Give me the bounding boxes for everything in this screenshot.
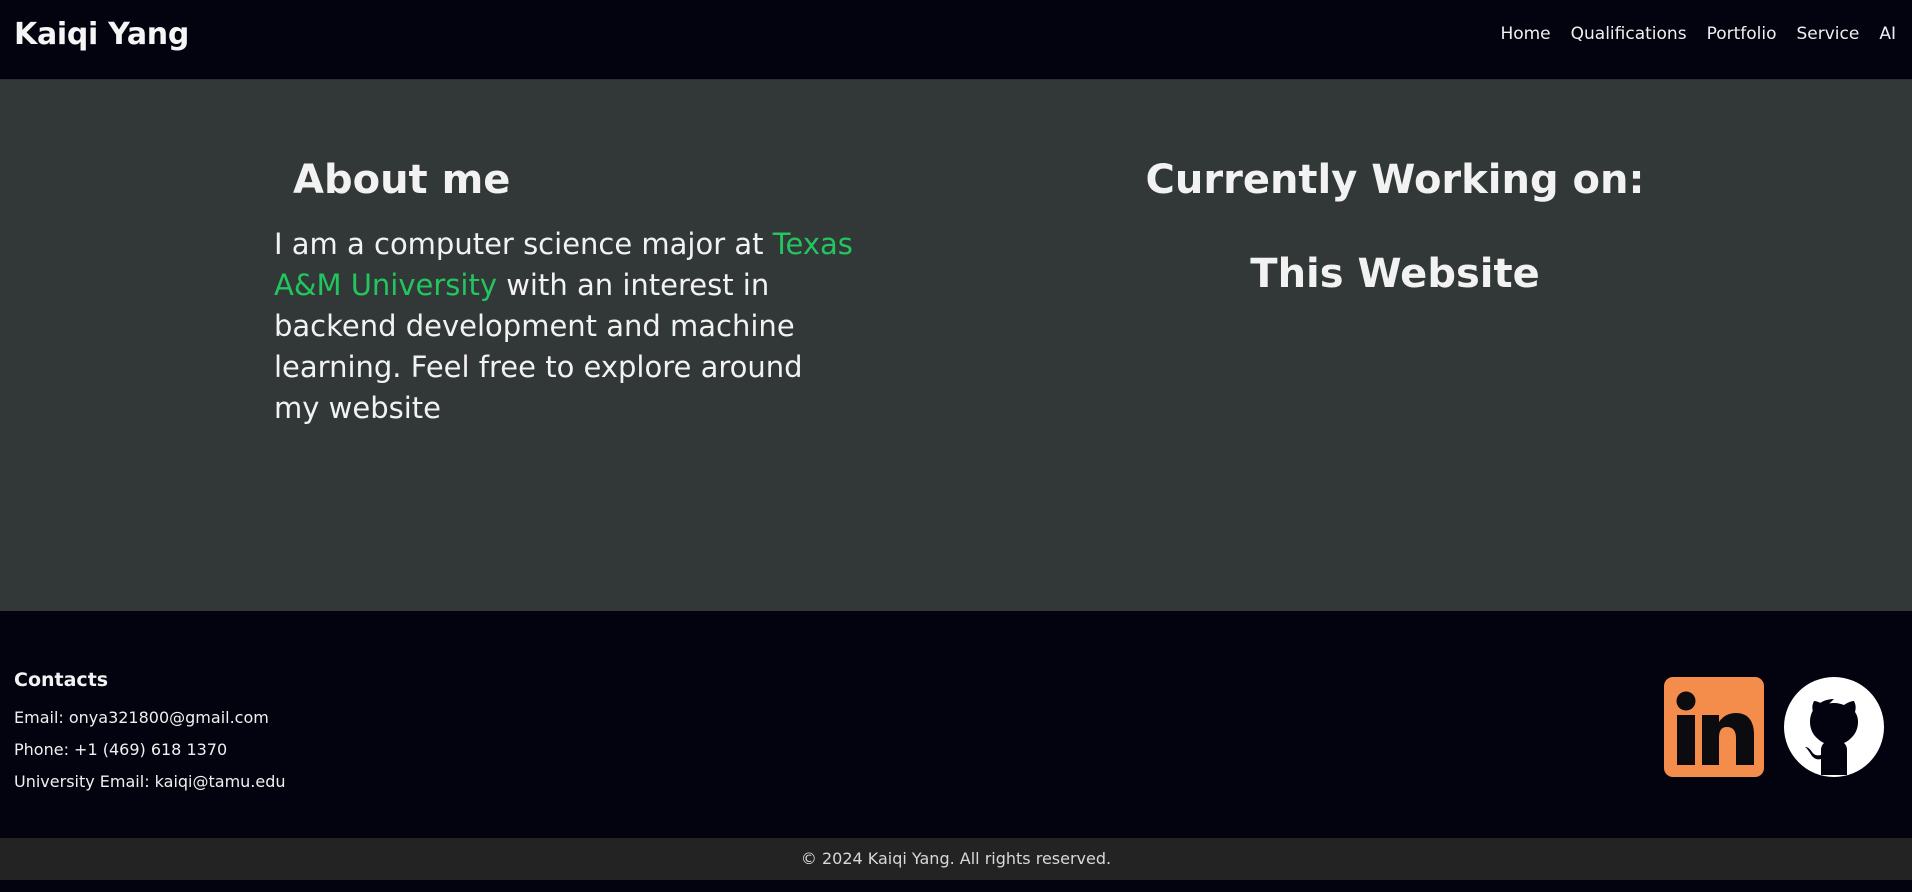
about-text-before: I am a computer science major at	[274, 227, 773, 261]
copyright-bar: © 2024 Kaiqi Yang. All rights reserved.	[0, 838, 1912, 880]
main-content: About me I am a computer science major a…	[0, 80, 1912, 611]
contacts-title: Contacts	[14, 669, 109, 691]
linkedin-icon[interactable]	[1664, 677, 1764, 777]
about-text: I am a computer science major at Texas A…	[274, 224, 854, 429]
bottom-strip	[0, 880, 1912, 892]
contact-university-email: University Email: kaiqi@tamu.edu	[14, 772, 286, 791]
site-footer: Contacts Email: onya321800@gmail.com Pho…	[0, 611, 1912, 838]
working-item: This Website	[1250, 251, 1540, 297]
site-brand[interactable]: Kaiqi Yang	[14, 14, 189, 56]
nav-qualifications[interactable]: Qualifications	[1571, 22, 1687, 46]
github-icon[interactable]	[1784, 677, 1884, 777]
nav-ai[interactable]: AI	[1879, 22, 1896, 46]
working-title: Currently Working on:	[1145, 157, 1645, 203]
contact-email: Email: onya321800@gmail.com	[14, 708, 269, 727]
nav-portfolio[interactable]: Portfolio	[1707, 22, 1777, 46]
site-header: Kaiqi Yang Home Qualifications Portfolio…	[0, 0, 1912, 80]
contact-phone: Phone: +1 (469) 618 1370	[14, 740, 228, 759]
nav-home[interactable]: Home	[1500, 22, 1550, 46]
main-nav: Home Qualifications Portfolio Service AI	[1500, 22, 1896, 46]
nav-service[interactable]: Service	[1797, 22, 1860, 46]
about-title: About me	[293, 157, 511, 203]
social-icons	[1664, 677, 1884, 777]
